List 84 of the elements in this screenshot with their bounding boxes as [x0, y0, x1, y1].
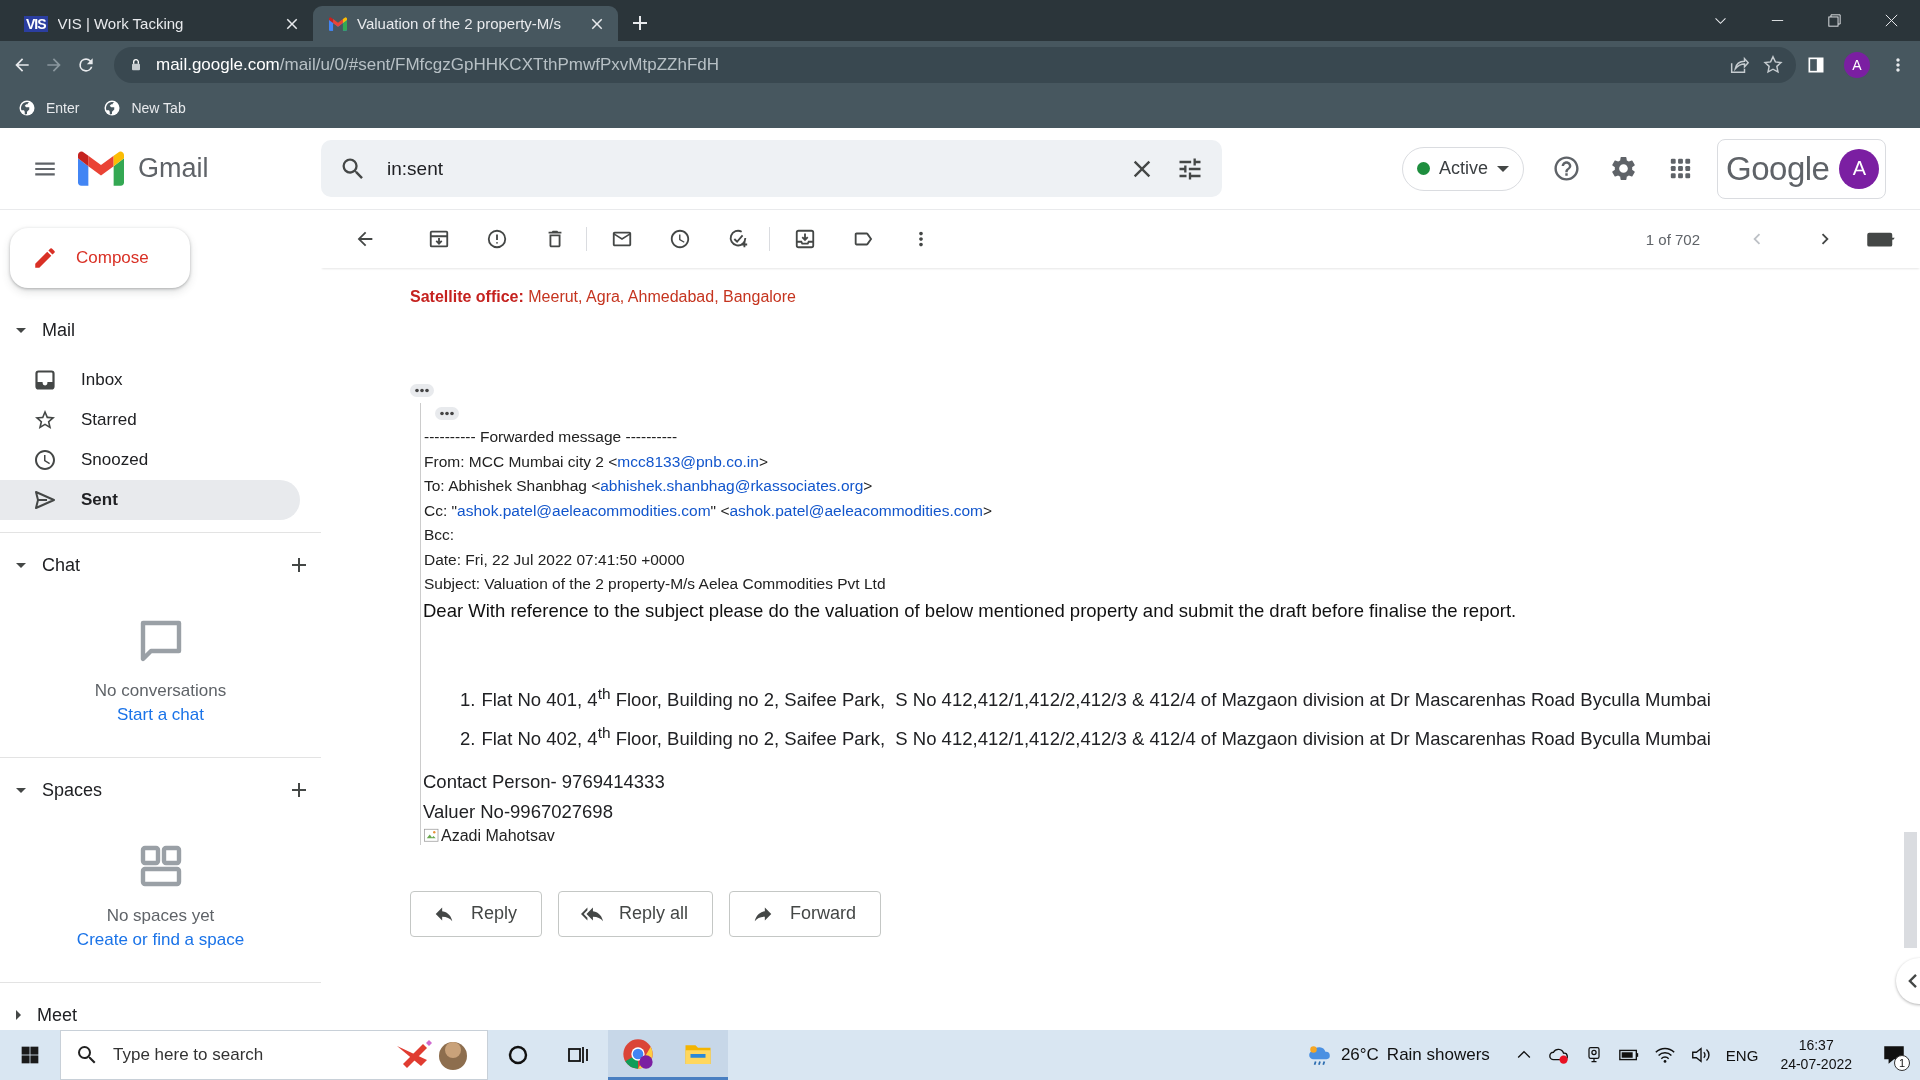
message-text: Dear With reference to the subject please do the valuation of below mentioned property and submit the draft before finalise the report.	[423, 598, 1518, 623]
signature-line: Satellite office: Meerut, Agra, Ahmedabad, Bangalore	[410, 288, 797, 306]
email-link[interactable]: mcc8133@pnb.co.in	[617, 452, 759, 470]
list-item-text: Flat No 402, 4$^{th}$ Floor, Building no 2, Saifee Park, S No 412,412/1,412/2,412/3 & 412/4 of Mazgaon division at Dr Mascarenhas Road Byculla Mumbai	[481, 722, 1711, 751]
message-text: Valuer No-9967027698	[423, 799, 614, 824]
product-name: Gmail	[138, 153, 209, 184]
reply-all-button[interactable]: Reply all	[558, 890, 714, 937]
star-icon	[33, 408, 57, 432]
profile-avatar[interactable]: A	[1844, 51, 1870, 78]
list-item-text: Flat No 401, 4$^{th}$ Floor, Building no 2, Saifee Park, S No 412,412/1,412/2,412/3 & 412/4 of Mazgaon division at Dr Mascarenhas Road Byculla Mumbai	[481, 683, 1711, 712]
email-link[interactable]: abhishek.shanbhag@rkassociates.org	[600, 477, 864, 494]
email-link[interactable]: ashok.patel@aeleacommodities.com	[457, 501, 711, 519]
help-icon[interactable]	[1552, 154, 1582, 183]
empty-state-text: No conversations	[94, 681, 227, 701]
search-field[interactable]: in:sent	[321, 140, 1222, 197]
gmail-logo-icon	[329, 16, 347, 31]
compose-button[interactable]: Compose	[10, 228, 190, 288]
section-heading[interactable]: Meet	[37, 1004, 311, 1026]
sidebar-item[interactable]: Snoozed	[0, 440, 300, 480]
forward-button[interactable]: Forward	[729, 890, 882, 937]
reply-button[interactable]: Reply	[410, 890, 543, 937]
image-alt-text: Azadi Mahotsav	[441, 826, 555, 845]
report-icon[interactable]	[486, 228, 508, 250]
caret-icon	[1497, 165, 1510, 172]
clock-icon[interactable]	[669, 228, 691, 250]
section-heading[interactable]: Chat	[42, 554, 275, 576]
clock[interactable]: 16:37 24-07-2022	[1780, 1036, 1852, 1074]
globe-icon	[103, 99, 122, 117]
caret-icon[interactable]	[16, 562, 26, 568]
notification-count: 1	[1894, 1055, 1910, 1071]
ellipsis-icon	[439, 411, 455, 416]
cortana-circle-icon[interactable]	[506, 1043, 530, 1067]
show-trimmed-button[interactable]	[435, 407, 459, 420]
ellipsis-icon	[414, 388, 430, 393]
broken-image-icon	[423, 826, 441, 845]
bookmark[interactable]: Enter	[18, 99, 80, 117]
weather-widget[interactable]: 26°C Rain showers	[1306, 1042, 1490, 1068]
clock-icon	[33, 448, 57, 472]
caret-icon[interactable]	[16, 327, 26, 333]
globe-icon	[18, 99, 36, 117]
list-number: 1.	[460, 687, 476, 712]
move-to-icon[interactable]	[794, 228, 816, 250]
bookmark-star-icon[interactable]	[1762, 53, 1784, 76]
account-switcher[interactable]: Google A	[1717, 138, 1887, 199]
inbox-icon	[33, 368, 57, 392]
language-indicator[interactable]: ENG	[1725, 1046, 1759, 1064]
browser-tab[interactable]: VIS VIS | Work Tacking	[8, 6, 313, 41]
section-heading[interactable]: Mail	[42, 319, 311, 341]
show-trimmed-button[interactable]	[410, 384, 434, 397]
sidebar-item[interactable]: Starred	[0, 400, 300, 440]
pencil-icon	[32, 245, 58, 271]
message-text: Contact Person- 9769414333	[423, 769, 666, 794]
header-line: Cc: "ashok.patel@aeleacommodities.com" <ashok.patel@aeleacommodities.com>	[423, 500, 994, 521]
scrollbar-thumb[interactable]	[1904, 832, 1917, 948]
empty-state-text: No spaces yet	[106, 906, 215, 926]
list-number: 2.	[460, 726, 476, 751]
gmail-logo-icon[interactable]	[78, 151, 124, 186]
add-task-icon[interactable]	[727, 228, 749, 250]
tab-favicon: VIS	[24, 15, 48, 32]
bookmark[interactable]: New Tab	[103, 99, 186, 117]
archive-icon[interactable]	[428, 228, 450, 250]
header-line: To: Abhishek Shanbhag <abhishek.shanbhag@rkassociates.org>	[423, 476, 874, 496]
section-heading[interactable]: Spaces	[42, 779, 275, 801]
browser-tab[interactable]: Valuation of the 2 property-M/s	[313, 6, 618, 41]
forwarded-header: ---------- Forwarded message ----------	[423, 427, 679, 447]
start-chat-link[interactable]: Start a chat	[117, 705, 204, 725]
send-icon	[33, 488, 57, 512]
caret-icon[interactable]	[16, 1010, 21, 1020]
header-line: Subject: Valuation of the 2 property-M/s Aelea Commodities Pvt Ltd	[423, 574, 887, 594]
speaker-icon[interactable]	[1689, 1044, 1712, 1066]
email-link[interactable]: ashok.patel@aeleacommodities.com	[729, 501, 983, 519]
header-line: From: MCC Mumbai city 2 <mcc8133@pnb.co.in>	[423, 451, 769, 472]
sidebar-item[interactable]: Inbox	[0, 360, 300, 400]
windows-logo-icon[interactable]	[20, 1045, 40, 1065]
caret-icon[interactable]	[16, 787, 26, 793]
header-line: Date: Fri, 22 Jul 2022 07:41:50 +0000	[423, 549, 686, 570]
header-line: Bcc:	[423, 525, 456, 545]
sidebar-item[interactable]: Sent	[0, 480, 300, 520]
pagination-text: 1 of 702	[1645, 230, 1700, 248]
address-bar[interactable]: mail.google.com/mail/u/0/#sent/FMfcgzGpHHKCXTthPmwfPxvMtpZZhFdH	[114, 46, 1796, 83]
create-space-link[interactable]: Create or find a space	[76, 930, 245, 950]
taskbar-search-field[interactable]: Type here to search	[60, 1030, 488, 1080]
chevron-left-icon	[1908, 974, 1917, 988]
chrome-icon[interactable]	[622, 1037, 654, 1070]
